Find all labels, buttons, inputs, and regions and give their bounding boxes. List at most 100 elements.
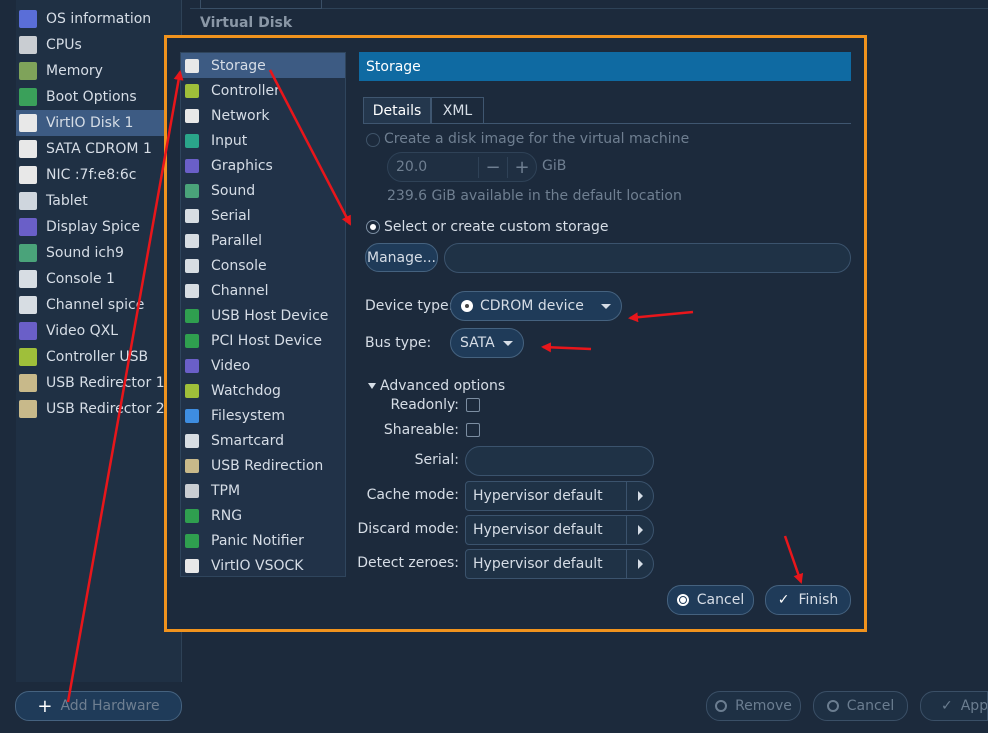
hardware-type-label: Serial: [211, 207, 251, 224]
hardware-type-item[interactable]: Panic Notifier: [181, 528, 345, 553]
chevron-right-icon: [626, 482, 653, 510]
parallel-icon: [185, 233, 199, 248]
hardware-type-item[interactable]: TPM: [181, 478, 345, 503]
hardware-type-item[interactable]: Watchdog: [181, 378, 345, 403]
hardware-type-list: Storage Controller Network Input Graphics Sou…: [180, 52, 346, 577]
bus-type-dropdown[interactable]: SATA: [450, 328, 524, 358]
disk-size-spinner[interactable]: 20.0 − +: [387, 152, 537, 182]
detect-zeroes-value: Hypervisor default: [473, 556, 603, 572]
hardware-type-item[interactable]: Sound: [181, 178, 345, 203]
manage-button[interactable]: Manage...: [365, 243, 438, 272]
hardware-type-label: Controller: [211, 82, 280, 99]
detect-zeroes-select[interactable]: Hypervisor default: [465, 549, 654, 579]
hardware-type-item[interactable]: Parallel: [181, 228, 345, 253]
hardware-type-item[interactable]: RNG: [181, 503, 345, 528]
hardware-type-item[interactable]: Controller: [181, 78, 345, 103]
discard-mode-select[interactable]: Hypervisor default: [465, 515, 654, 545]
advanced-options-expander[interactable]: Advanced options: [368, 378, 505, 394]
hardware-item[interactable]: Display Spice: [16, 214, 181, 240]
readonly-checkbox[interactable]: [466, 398, 480, 412]
hardware-item-label: SATA CDROM 1: [46, 141, 152, 157]
hardware-item-label: Console 1: [46, 271, 115, 287]
size-unit: GiB: [542, 158, 567, 174]
hardware-item[interactable]: CPUs: [16, 32, 181, 58]
hardware-item[interactable]: Video QXL: [16, 318, 181, 344]
graphics-icon: [185, 158, 199, 173]
folder-icon: [185, 408, 199, 423]
watchdog-icon: [185, 383, 199, 398]
custom-storage-label: Select or create custom storage: [384, 219, 609, 235]
hardware-type-label: Network: [211, 107, 270, 124]
section-title: Virtual Disk: [200, 15, 293, 31]
hardware-type-item[interactable]: VirtIO VSOCK: [181, 553, 345, 578]
hardware-type-item[interactable]: Serial: [181, 203, 345, 228]
shareable-label: Shareable:: [383, 422, 459, 438]
background-cancel-button[interactable]: Cancel: [813, 691, 908, 721]
remove-button[interactable]: Remove: [706, 691, 801, 721]
hardware-type-item[interactable]: Console: [181, 253, 345, 278]
storage-icon: [185, 58, 199, 73]
usb-redirect-icon: [19, 400, 37, 418]
hardware-item[interactable]: Tablet: [16, 188, 181, 214]
chevron-down-icon: [601, 303, 611, 309]
vsock-icon: [185, 558, 199, 573]
hardware-item[interactable]: Channel spice: [16, 292, 181, 318]
serial-label: Serial:: [414, 452, 459, 468]
hardware-item[interactable]: SATA CDROM 1: [16, 136, 181, 162]
finish-button[interactable]: ✓ Finish: [765, 585, 851, 615]
hardware-item[interactable]: Memory: [16, 58, 181, 84]
hardware-type-item[interactable]: Graphics: [181, 153, 345, 178]
sound-icon: [185, 183, 199, 198]
sound-icon: [19, 244, 37, 262]
hardware-type-item[interactable]: Input: [181, 128, 345, 153]
increment-button[interactable]: +: [507, 156, 536, 178]
hardware-item[interactable]: VirtIO Disk 1: [16, 110, 181, 136]
shareable-checkbox[interactable]: [466, 423, 480, 437]
hardware-item[interactable]: NIC :7f:e8:6c: [16, 162, 181, 188]
hardware-type-item[interactable]: PCI Host Device: [181, 328, 345, 353]
boot-icon: [19, 88, 37, 106]
hardware-type-item[interactable]: Channel: [181, 278, 345, 303]
hardware-item[interactable]: Boot Options: [16, 84, 181, 110]
hardware-type-item[interactable]: USB Redirection: [181, 453, 345, 478]
channel-icon: [19, 296, 37, 314]
hardware-item[interactable]: Console 1: [16, 266, 181, 292]
hardware-item-label: NIC :7f:e8:6c: [46, 167, 137, 183]
decrement-button[interactable]: −: [478, 156, 507, 178]
hardware-item[interactable]: Controller USB: [16, 344, 181, 370]
device-type-dropdown[interactable]: CDROM device: [450, 291, 622, 321]
hardware-type-item[interactable]: USB Host Device: [181, 303, 345, 328]
hardware-type-item[interactable]: Video: [181, 353, 345, 378]
cancel-label: Cancel: [846, 698, 895, 714]
hardware-type-item[interactable]: Smartcard: [181, 428, 345, 453]
disk-size-value: 20.0: [396, 159, 428, 175]
create-image-radio[interactable]: [366, 133, 380, 147]
video-icon: [19, 322, 37, 340]
tab-details[interactable]: Details: [363, 97, 431, 124]
hardware-item[interactable]: USB Redirector 2: [16, 396, 181, 422]
create-image-label: Create a disk image for the virtual mach…: [384, 131, 690, 147]
custom-storage-radio[interactable]: [366, 220, 380, 234]
tab-divider: [363, 123, 851, 124]
device-type-value: CDROM device: [480, 298, 584, 314]
apply-button[interactable]: ✓ Apply: [920, 691, 988, 721]
hardware-type-label: USB Redirection: [211, 457, 324, 474]
hardware-type-item[interactable]: Storage: [181, 53, 345, 78]
cache-mode-select[interactable]: Hypervisor default: [465, 481, 654, 511]
hardware-type-label: Console: [211, 257, 267, 274]
serial-input[interactable]: [465, 446, 654, 476]
hardware-type-item[interactable]: Filesystem: [181, 403, 345, 428]
add-hardware-button[interactable]: + Add Hardware: [15, 691, 182, 721]
storage-path-input[interactable]: [444, 243, 851, 273]
plus-icon: +: [37, 695, 53, 717]
available-space-text: 239.6 GiB available in the default locat…: [387, 188, 682, 204]
hardware-item[interactable]: OS information: [16, 6, 181, 32]
hardware-type-item[interactable]: Network: [181, 103, 345, 128]
chevron-right-icon: [626, 550, 653, 578]
hardware-item[interactable]: USB Redirector 1: [16, 370, 181, 396]
hardware-type-label: Sound: [211, 182, 256, 199]
cache-mode-value: Hypervisor default: [473, 488, 603, 504]
hardware-item[interactable]: Sound ich9: [16, 240, 181, 266]
dialog-cancel-button[interactable]: Cancel: [667, 585, 754, 615]
tab-xml[interactable]: XML: [431, 97, 484, 124]
